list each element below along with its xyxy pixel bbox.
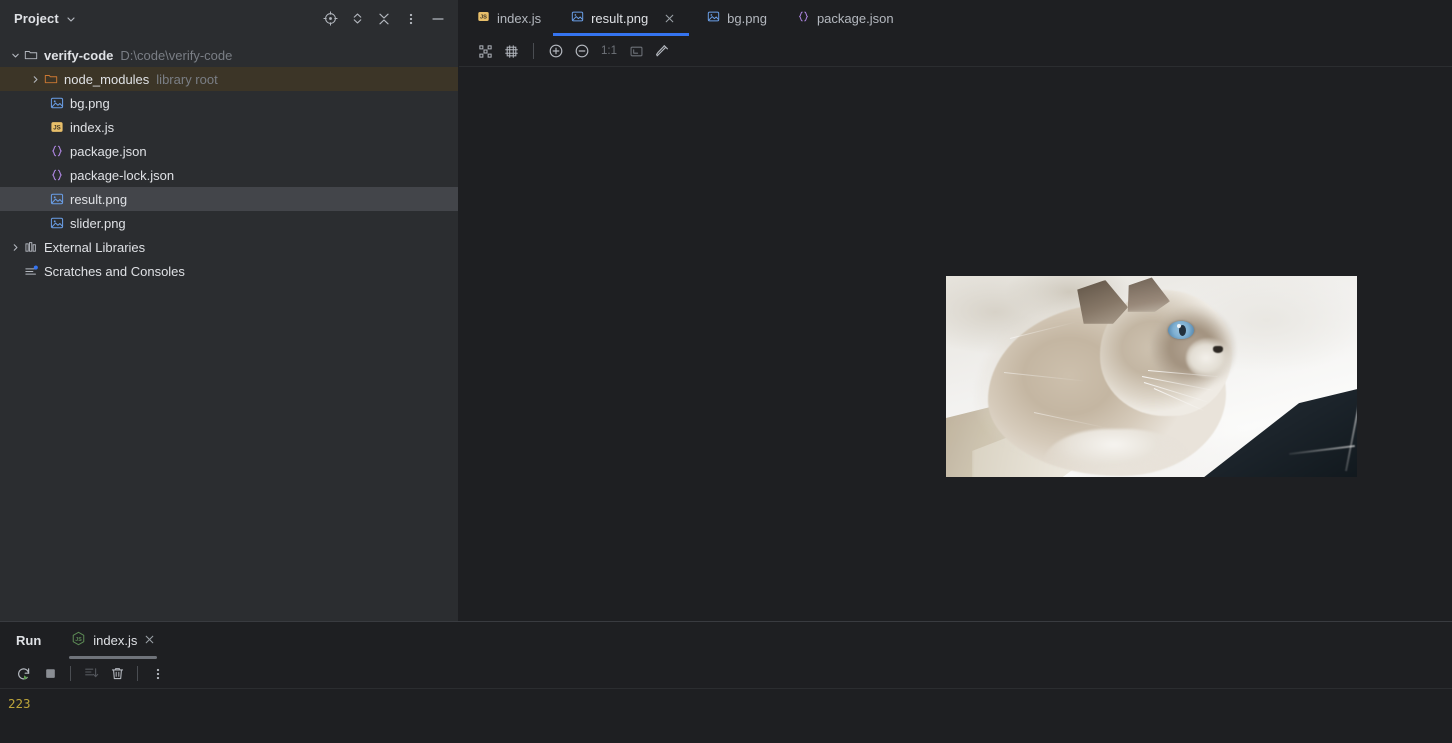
tab-label: package.json bbox=[816, 10, 894, 26]
svg-text:JS: JS bbox=[76, 636, 83, 642]
run-tab-index-js[interactable]: JS index.js bbox=[65, 622, 161, 659]
project-tool-window-title: Project bbox=[14, 11, 59, 26]
tree-row-node-modules[interactable]: node_modules library root bbox=[0, 67, 458, 91]
library-icon bbox=[22, 235, 40, 259]
tree-row-slider-png[interactable]: slider.png bbox=[0, 211, 458, 235]
tab-label: index.js bbox=[497, 10, 542, 26]
svg-text:JS: JS bbox=[480, 15, 487, 21]
more-options-icon[interactable] bbox=[399, 7, 423, 31]
scratches-icon bbox=[22, 259, 40, 283]
json-file-icon bbox=[48, 139, 66, 163]
chevron-right-icon[interactable] bbox=[8, 235, 22, 259]
tree-label: Scratches and Consoles bbox=[44, 263, 185, 279]
tree-label: External Libraries bbox=[44, 239, 146, 255]
folder-icon bbox=[22, 43, 40, 67]
chevron-right-icon[interactable] bbox=[28, 67, 42, 91]
tree-row-index-js[interactable]: JS index.js bbox=[0, 115, 458, 139]
vertical-dots-icon[interactable] bbox=[146, 662, 170, 686]
tree-label: slider.png bbox=[70, 215, 126, 231]
scroll-to-end-icon[interactable] bbox=[79, 662, 103, 686]
run-console-output[interactable]: 223 bbox=[0, 689, 1452, 743]
image-file-icon bbox=[571, 10, 584, 26]
svg-text:JS: JS bbox=[53, 124, 60, 131]
tree-sublabel: library root bbox=[156, 71, 218, 87]
chevron-down-icon[interactable] bbox=[8, 43, 22, 67]
tree-label: index.js bbox=[70, 119, 115, 135]
tree-label: package-lock.json bbox=[70, 167, 175, 183]
minimize-dash-icon[interactable] bbox=[426, 7, 450, 31]
actual-size-button[interactable]: 1:1 bbox=[596, 39, 622, 63]
json-file-icon bbox=[48, 163, 66, 187]
run-tool-window-title: Run bbox=[16, 633, 42, 648]
editor-area: JS index.js result.png bg.png package.js… bbox=[459, 0, 1452, 621]
project-tool-window-header: Project bbox=[0, 0, 458, 37]
tree-row-verify-code[interactable]: verify-code D:\code\verify-code bbox=[0, 43, 458, 67]
tab-index-js[interactable]: JS index.js bbox=[459, 0, 553, 36]
folder-orange-icon bbox=[42, 67, 60, 91]
tree-label: node_modules bbox=[64, 71, 150, 87]
nodejs-hexagon-icon: JS bbox=[71, 631, 86, 651]
json-file-icon bbox=[797, 10, 810, 26]
tree-label: result.png bbox=[70, 191, 128, 207]
ide-window: Project verify-code D:\code\verify-code … bbox=[0, 0, 1452, 743]
console-line: 223 bbox=[8, 696, 31, 711]
tree-label: package.json bbox=[70, 143, 147, 159]
tab-label: result.png bbox=[591, 10, 649, 26]
top-area: Project verify-code D:\code\verify-code … bbox=[0, 0, 1452, 621]
run-tool-window-header: Run JS index.js bbox=[0, 622, 1452, 659]
run-tab-label: index.js bbox=[93, 633, 138, 648]
run-toolbar bbox=[0, 659, 1452, 689]
close-icon[interactable] bbox=[661, 10, 677, 26]
grid-frame-icon[interactable] bbox=[499, 39, 523, 63]
tree-row-external-libraries[interactable]: External Libraries bbox=[0, 235, 458, 259]
eyedropper-icon[interactable] bbox=[650, 39, 674, 63]
rerun-icon[interactable] bbox=[12, 662, 36, 686]
chessboard-icon[interactable] bbox=[473, 39, 497, 63]
image-file-icon bbox=[48, 91, 66, 115]
tab-package-json[interactable]: package.json bbox=[779, 0, 906, 36]
toolbar-separator bbox=[137, 666, 138, 681]
editor-tab-bar: JS index.js result.png bg.png package.js… bbox=[459, 0, 1452, 36]
chevron-down-icon[interactable] bbox=[66, 14, 76, 24]
tree-row-package-lock-json[interactable]: package-lock.json bbox=[0, 163, 458, 187]
tab-label: bg.png bbox=[727, 10, 767, 26]
tree-row-scratches-and-consoles[interactable]: Scratches and Consoles bbox=[0, 259, 458, 283]
tree-label: bg.png bbox=[70, 95, 110, 111]
collapse-all-icon[interactable] bbox=[372, 7, 396, 31]
result-png-image[interactable] bbox=[946, 276, 1357, 477]
tree-row-result-png[interactable]: result.png bbox=[0, 187, 458, 211]
image-file-icon bbox=[48, 187, 66, 211]
trash-icon[interactable] bbox=[105, 662, 129, 686]
tab-result-png[interactable]: result.png bbox=[553, 0, 690, 36]
chevron-up-down-icon[interactable] bbox=[345, 7, 369, 31]
minus-circle-icon[interactable] bbox=[570, 39, 594, 63]
cat-photo bbox=[946, 276, 1357, 477]
project-tree: verify-code D:\code\verify-code node_mod… bbox=[0, 37, 458, 283]
cat-muzzle bbox=[1186, 338, 1234, 378]
tree-row-bg-png[interactable]: bg.png bbox=[0, 91, 458, 115]
run-tool-window: Run JS index.js 223 bbox=[0, 621, 1452, 743]
image-file-icon bbox=[48, 211, 66, 235]
project-tool-window: Project verify-code D:\code\verify-code … bbox=[0, 0, 459, 621]
project-tool-window-actions bbox=[318, 7, 450, 31]
tree-sublabel: D:\code\verify-code bbox=[120, 47, 233, 63]
toolbar-separator bbox=[70, 666, 71, 681]
image-viewer-toolbar: 1:1 bbox=[459, 36, 1452, 67]
tree-row-package-json[interactable]: package.json bbox=[0, 139, 458, 163]
cat-eye-highlight bbox=[1177, 324, 1181, 328]
fit-screen-icon[interactable] bbox=[624, 39, 648, 63]
tree-label: verify-code bbox=[44, 47, 114, 63]
image-file-icon bbox=[707, 10, 720, 26]
js-file-icon: JS bbox=[477, 10, 490, 26]
stop-square-icon[interactable] bbox=[38, 662, 62, 686]
close-icon[interactable] bbox=[144, 632, 155, 650]
image-viewer-canvas[interactable] bbox=[459, 67, 1452, 621]
plus-circle-icon[interactable] bbox=[544, 39, 568, 63]
cat-nose bbox=[1213, 346, 1223, 353]
js-file-icon: JS bbox=[48, 115, 66, 139]
select-opened-file-icon[interactable] bbox=[318, 7, 342, 31]
toolbar-separator bbox=[533, 43, 534, 59]
tab-bg-png[interactable]: bg.png bbox=[689, 0, 779, 36]
